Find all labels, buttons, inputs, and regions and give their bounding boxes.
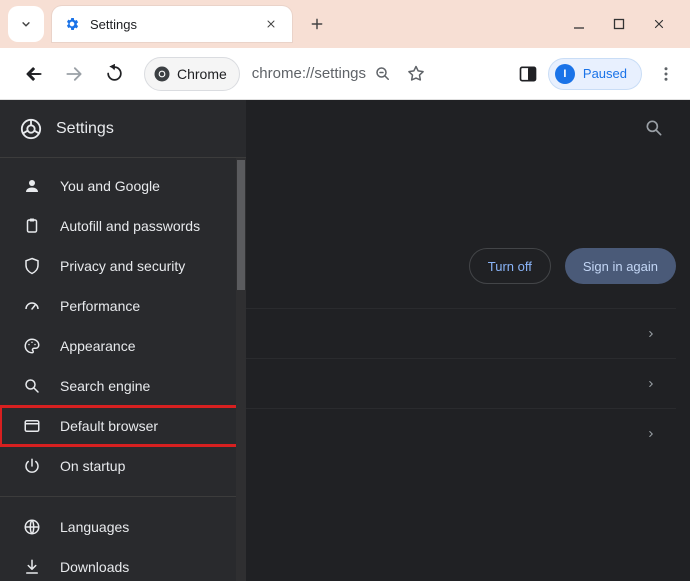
arrow-right-icon	[64, 64, 84, 84]
profile-avatar: I	[555, 64, 575, 84]
scrollbar-thumb[interactable]	[237, 160, 245, 290]
close-window-button[interactable]	[650, 17, 668, 31]
chevron-down-icon	[19, 17, 33, 31]
sidebar-item-label: Default browser	[60, 418, 158, 434]
sidebar-scroll[interactable]: You and Google Autofill and passwords Pr…	[0, 158, 246, 581]
url-text: chrome://settings	[252, 65, 366, 82]
sidebar-item-privacy[interactable]: Privacy and security	[0, 246, 246, 286]
settings-content: Settings You and Google Autofill and pas…	[0, 100, 690, 581]
zoom-icon[interactable]	[374, 65, 392, 83]
sidebar-item-label: Downloads	[60, 559, 129, 575]
minimize-button[interactable]	[570, 17, 588, 31]
sign-in-again-label: Sign in again	[583, 259, 658, 274]
titlebar: Settings	[0, 0, 690, 48]
sidebar-item-on-startup[interactable]: On startup	[0, 446, 246, 486]
settings-row[interactable]	[246, 308, 676, 358]
window-controls	[552, 0, 686, 48]
chevron-right-icon	[646, 379, 656, 389]
minimize-icon	[572, 17, 586, 31]
sidebar-item-label: You and Google	[60, 178, 160, 194]
sidebar-item-default-browser[interactable]: Default browser	[0, 406, 246, 446]
speedometer-icon	[22, 296, 42, 316]
back-button[interactable]	[16, 56, 52, 92]
site-chip-label: Chrome	[177, 66, 227, 82]
sidebar-item-performance[interactable]: Performance	[0, 286, 246, 326]
bookmark-star-icon[interactable]	[406, 64, 426, 84]
close-icon	[652, 17, 666, 31]
clipboard-icon	[22, 216, 42, 236]
site-chip[interactable]: Chrome	[144, 57, 240, 91]
globe-icon	[22, 517, 42, 537]
sidebar-item-label: Languages	[60, 519, 129, 535]
toolbar: Chrome chrome://settings I Paused	[0, 48, 690, 100]
settings-sidebar: Settings You and Google Autofill and pas…	[0, 100, 246, 581]
sign-in-again-button[interactable]: Sign in again	[565, 248, 676, 284]
maximize-button[interactable]	[610, 18, 628, 30]
chrome-icon	[153, 65, 171, 83]
profile-status-label: Paused	[583, 66, 627, 81]
chrome-menu-button[interactable]	[652, 65, 680, 83]
reload-button[interactable]	[96, 56, 132, 92]
settings-main: Turn off Sign in again	[246, 100, 690, 581]
chevron-right-icon	[646, 429, 656, 439]
more-vert-icon	[657, 65, 675, 83]
power-icon	[22, 456, 42, 476]
close-icon	[265, 18, 277, 30]
profile-chip[interactable]: I Paused	[548, 58, 642, 90]
search-icon	[22, 376, 42, 396]
gear-icon	[64, 16, 80, 32]
sidebar-item-label: Search engine	[60, 378, 150, 394]
settings-row[interactable]	[246, 358, 676, 408]
maximize-icon	[613, 18, 625, 30]
search-icon	[644, 118, 664, 138]
sidebar-item-autofill[interactable]: Autofill and passwords	[0, 206, 246, 246]
sidebar-scrollbar[interactable]	[236, 158, 246, 581]
browser-icon	[22, 416, 42, 436]
palette-icon	[22, 336, 42, 356]
sidebar-item-label: Autofill and passwords	[60, 218, 200, 234]
tab-title: Settings	[90, 17, 262, 32]
sidebar-item-you-and-google[interactable]: You and Google	[0, 166, 246, 206]
sidebar-item-languages[interactable]: Languages	[0, 507, 246, 547]
sidebar-item-search-engine[interactable]: Search engine	[0, 366, 246, 406]
settings-row[interactable]	[246, 408, 676, 458]
turn-off-label: Turn off	[488, 259, 532, 274]
sidebar-item-label: Privacy and security	[60, 258, 185, 274]
browser-tab[interactable]: Settings	[52, 6, 292, 42]
sidebar-item-label: On startup	[60, 458, 125, 474]
person-icon	[22, 176, 42, 196]
sidebar-header: Settings	[0, 100, 246, 158]
plus-icon	[309, 16, 325, 32]
chrome-logo-icon	[20, 118, 42, 140]
sidebar-item-label: Performance	[60, 298, 140, 314]
tab-search-button[interactable]	[8, 6, 44, 42]
turn-off-button[interactable]: Turn off	[469, 248, 551, 284]
new-tab-button[interactable]	[300, 7, 334, 41]
sidebar-title: Settings	[56, 120, 114, 138]
sidebar-item-downloads[interactable]: Downloads	[0, 547, 246, 581]
forward-button[interactable]	[56, 56, 92, 92]
chevron-right-icon	[646, 329, 656, 339]
sync-action-row: Turn off Sign in again	[469, 248, 676, 284]
shield-icon	[22, 256, 42, 276]
side-panel-icon[interactable]	[518, 64, 538, 84]
sidebar-divider	[0, 496, 246, 497]
tab-close-button[interactable]	[262, 15, 280, 33]
arrow-left-icon	[24, 64, 44, 84]
search-settings-button[interactable]	[644, 118, 664, 138]
sidebar-item-label: Appearance	[60, 338, 136, 354]
reload-icon	[105, 64, 124, 83]
sidebar-item-appearance[interactable]: Appearance	[0, 326, 246, 366]
omnibox[interactable]: Chrome chrome://settings	[144, 57, 500, 91]
download-icon	[22, 557, 42, 577]
